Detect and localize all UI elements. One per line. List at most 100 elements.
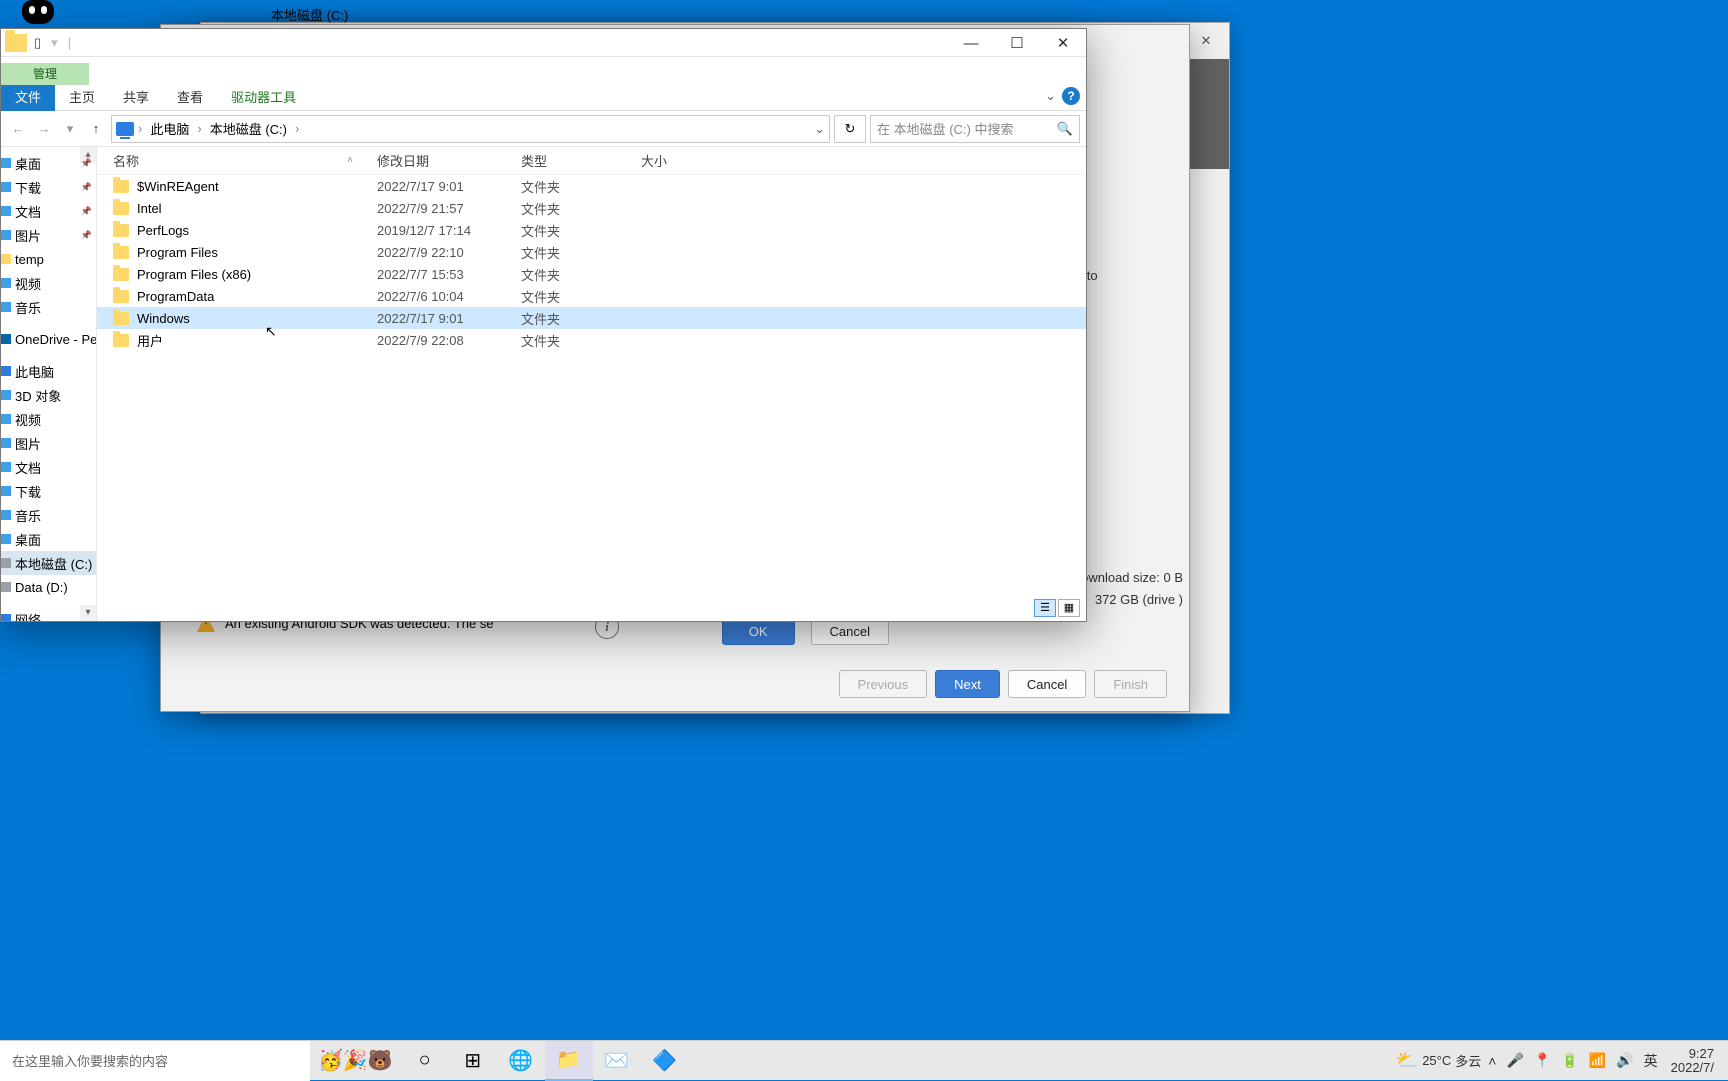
nav-downloads[interactable]: 下载 [1, 175, 96, 199]
file-type: 文件夹 [505, 177, 625, 196]
ime-indicator[interactable]: 英 [1641, 1051, 1661, 1071]
file-date: 2022/7/9 21:57 [361, 201, 505, 216]
mail-icon[interactable]: ✉️ [593, 1041, 641, 1081]
qq-icon[interactable] [22, 0, 54, 24]
col-date[interactable]: 修改日期 [361, 151, 505, 170]
col-size[interactable]: 大小 [625, 151, 705, 170]
ribbon-share[interactable]: 共享 [109, 85, 163, 111]
table-row[interactable]: Program Files (x86)2022/7/7 15:53文件夹 [97, 263, 1086, 285]
file-type: 文件夹 [505, 331, 625, 350]
file-name: Windows [137, 311, 190, 326]
view-large-icon[interactable]: ▦ [1058, 599, 1080, 617]
nav-documents2[interactable]: 文档 [1, 455, 96, 479]
table-row[interactable]: Program Files2022/7/9 22:10文件夹 [97, 241, 1086, 263]
qat-item[interactable]: ▯ [29, 35, 46, 51]
nav-thispc[interactable]: 此电脑 [1, 359, 96, 383]
ribbon-view[interactable]: 查看 [163, 85, 217, 111]
file-date: 2022/7/6 10:04 [361, 289, 505, 304]
edge-icon[interactable]: 🌐 [497, 1041, 545, 1081]
tray-overflow-icon[interactable]: ˄ [1485, 1053, 1499, 1069]
close-icon[interactable]: ✕ [1040, 29, 1086, 59]
back-icon[interactable]: ← [7, 121, 29, 136]
maximize-icon[interactable]: ☐ [994, 29, 1040, 59]
nav-downloads2[interactable]: 下载 [1, 479, 96, 503]
clock-time: 9:27 [1671, 1047, 1714, 1061]
taskbar: 在这里输入你要搜索的内容 🥳🎉🐻 ○ ⊞ 🌐 📁 ✉️ 🔷 ⛅ 25°C 多云 … [0, 1040, 1728, 1080]
nav-3d[interactable]: 3D 对象 [1, 383, 96, 407]
navigation-pane[interactable]: ▴ 桌面 下载 文档 图片 temp 视频 音乐 OneDrive - Pers… [1, 147, 97, 621]
help-icon[interactable]: ? [1062, 87, 1080, 105]
table-row[interactable]: $WinREAgent2022/7/17 9:01文件夹 [97, 175, 1086, 197]
weather-icon: ⛅ [1396, 1050, 1418, 1071]
nav-drive-d[interactable]: Data (D:) [1, 575, 96, 599]
minimize-icon[interactable]: — [948, 29, 994, 59]
nav-videos[interactable]: 视频 [1, 271, 96, 295]
col-type[interactable]: 类型 [505, 151, 625, 170]
breadcrumb-pc[interactable]: 此电脑 [146, 119, 193, 138]
nav-onedrive[interactable]: OneDrive - Persc [1, 327, 96, 351]
weather-widget[interactable]: ⛅ 25°C 多云 [1396, 1050, 1481, 1071]
chevron-right-icon[interactable]: › [293, 121, 301, 136]
nav-videos2[interactable]: 视频 [1, 407, 96, 431]
table-row[interactable]: PerfLogs2019/12/7 17:14文件夹 [97, 219, 1086, 241]
ribbon-home[interactable]: 主页 [55, 85, 109, 111]
file-date: 2022/7/17 9:01 [361, 179, 505, 194]
table-row[interactable]: 用户 2022/7/9 22:08文件夹 [97, 329, 1086, 351]
folder-icon [113, 180, 129, 193]
view-details-icon[interactable]: ☰ [1034, 599, 1056, 617]
nav-temp[interactable]: temp [1, 247, 96, 271]
quick-access-toolbar: ▯ ▾ | 本地磁盘 (C:) — ☐ ✕ [1, 29, 1086, 57]
folder-icon [113, 312, 129, 325]
file-name: 用户 [137, 331, 163, 350]
folder-icon [113, 224, 129, 237]
file-date: 2022/7/9 22:08 [361, 333, 505, 348]
up-icon[interactable]: ↑ [85, 121, 107, 136]
nav-drive-c[interactable]: 本地磁盘 (C:) [1, 551, 96, 575]
file-type: 文件夹 [505, 265, 625, 284]
weather-cond: 多云 [1455, 1051, 1481, 1070]
volume-icon[interactable]: 🔊 [1613, 1052, 1636, 1069]
file-type: 文件夹 [505, 309, 625, 328]
nav-music2[interactable]: 音乐 [1, 503, 96, 527]
nav-pictures2[interactable]: 图片 [1, 431, 96, 455]
cancel-button[interactable]: Cancel [1008, 670, 1086, 698]
previous-button: Previous [839, 670, 928, 698]
app-icon[interactable]: 🔷 [641, 1041, 689, 1081]
nav-documents[interactable]: 文档 [1, 199, 96, 223]
location-icon[interactable]: 📍 [1531, 1052, 1554, 1069]
refresh-icon[interactable]: ↻ [834, 115, 866, 143]
cortana-icon[interactable]: ○ [401, 1041, 449, 1081]
taskbar-search-input[interactable]: 在这里输入你要搜索的内容 [0, 1041, 310, 1081]
explorer-icon[interactable]: 📁 [545, 1041, 593, 1081]
ribbon-drive-tools[interactable]: 驱动器工具 [217, 85, 310, 111]
nav-music[interactable]: 音乐 [1, 295, 96, 319]
file-name: ProgramData [137, 289, 214, 304]
breadcrumb-drive[interactable]: 本地磁盘 (C:) [206, 119, 291, 138]
chevron-right-icon[interactable]: › [136, 121, 144, 136]
file-date: 2022/7/9 22:10 [361, 245, 505, 260]
nav-desktop2[interactable]: 桌面 [1, 527, 96, 551]
ribbon-file[interactable]: 文件 [1, 85, 55, 111]
sort-asc-icon: ˄ [347, 155, 353, 166]
manage-tab[interactable]: 管理 [1, 63, 89, 85]
address-bar[interactable]: › 此电脑 › 本地磁盘 (C:) › ⌄ [111, 115, 830, 143]
mic-icon[interactable]: 🎤 [1503, 1052, 1526, 1069]
table-row[interactable]: ProgramData2022/7/6 10:04文件夹 [97, 285, 1086, 307]
taskbar-widgets-icon[interactable]: 🥳🎉🐻 [310, 1048, 401, 1073]
table-row[interactable]: Windows2022/7/17 9:01文件夹 [97, 307, 1086, 329]
address-dropdown-icon[interactable]: ⌄ [814, 121, 825, 137]
ribbon-expand-icon[interactable]: ⌄ [1045, 88, 1056, 104]
clock[interactable]: 9:27 2022/7/ [1665, 1047, 1720, 1075]
window-title: 本地磁盘 (C:) [271, 5, 348, 24]
col-name[interactable]: 名称˄ [97, 151, 361, 170]
wifi-icon[interactable]: 📶 [1586, 1052, 1609, 1069]
search-input[interactable]: 在 本地磁盘 (C:) 中搜索 🔍 [870, 115, 1080, 143]
nav-pictures[interactable]: 图片 [1, 223, 96, 247]
battery-icon[interactable]: 🔋 [1558, 1052, 1581, 1069]
recent-dropdown-icon[interactable]: ▾ [59, 121, 81, 137]
scroll-down-icon[interactable]: ▾ [80, 605, 96, 621]
table-row[interactable]: Intel2022/7/9 21:57文件夹 [97, 197, 1086, 219]
next-button[interactable]: Next [935, 670, 1000, 698]
task-view-icon[interactable]: ⊞ [449, 1041, 497, 1081]
chevron-right-icon[interactable]: › [195, 121, 203, 136]
